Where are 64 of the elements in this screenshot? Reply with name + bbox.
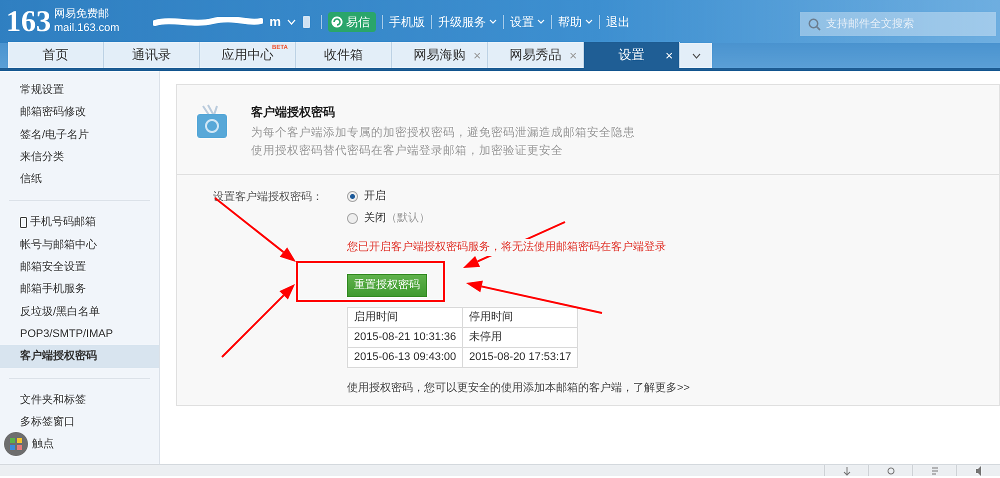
search-field[interactable]: 支持邮件全文搜索 bbox=[800, 12, 996, 36]
description-text: 使用授权密码替代密码在客户端登录邮箱，加密验证更安全 bbox=[251, 143, 564, 159]
gear-icon[interactable] bbox=[886, 465, 894, 476]
phone-icon bbox=[20, 217, 27, 228]
tab[interactable]: 收件箱 bbox=[296, 42, 392, 68]
column-header: 启用时间 bbox=[348, 307, 463, 327]
sidebar-item[interactable]: 签名/电子名片 bbox=[0, 124, 159, 146]
table-cell: 2015-08-21 10:31:36 bbox=[348, 327, 463, 347]
menu-link[interactable]: 升级服务 bbox=[438, 12, 497, 30]
sidebar-item[interactable]: 客户端授权密码 bbox=[0, 345, 159, 368]
option-label: 关闭 bbox=[364, 210, 386, 226]
option-label: 开启 bbox=[364, 188, 386, 204]
yixin-icon bbox=[330, 16, 343, 28]
caret-icon bbox=[692, 52, 700, 59]
sidebar-item[interactable]: 帐号与邮箱中心 bbox=[0, 234, 159, 256]
tab[interactable]: 网易海购 × bbox=[392, 42, 488, 68]
caret-icon bbox=[488, 19, 497, 24]
learn-more-link[interactable]: 了解更多>> bbox=[633, 382, 690, 394]
table-cell: 2015-06-13 09:43:00 bbox=[348, 347, 463, 367]
search-icon bbox=[808, 18, 821, 31]
table-cell: 未停用 bbox=[462, 327, 578, 347]
footer-text: 使用授权密码，您可以更安全的使用添加本邮箱的客户端， bbox=[347, 382, 633, 394]
download-icon[interactable] bbox=[842, 465, 850, 476]
caret-icon bbox=[584, 19, 593, 24]
sidebar-item[interactable]: 触点 bbox=[0, 433, 159, 456]
tab[interactable]: 首页 bbox=[8, 42, 104, 68]
radio-button[interactable] bbox=[347, 190, 358, 202]
sidebar-item[interactable]: POP3/SMTP/IMAP bbox=[0, 322, 159, 346]
sidebar-item[interactable]: 信纸 bbox=[0, 168, 159, 190]
radio-button[interactable] bbox=[347, 212, 358, 224]
phone-icon[interactable] bbox=[302, 14, 311, 28]
speaker-icon[interactable] bbox=[974, 465, 982, 476]
tab-menu-button[interactable] bbox=[680, 42, 712, 68]
tab[interactable]: 设置 × bbox=[584, 42, 680, 68]
close-icon[interactable]: × bbox=[665, 46, 673, 66]
tab[interactable]: 通讯录 bbox=[104, 42, 200, 68]
radio-option[interactable]: 关闭（默认） bbox=[347, 207, 690, 229]
description-text: 为每个客户端添加专属的加密授权密码，避免密码泄漏造成邮箱安全隐患 bbox=[251, 125, 635, 141]
caret-icon[interactable] bbox=[286, 18, 296, 24]
sidebar-item[interactable]: 手机号码邮箱 bbox=[0, 211, 159, 234]
sidebar-item[interactable]: 来信分类 bbox=[0, 146, 159, 168]
menu-link[interactable]: 设置 bbox=[510, 12, 545, 30]
sidebar-item[interactable]: 邮箱安全设置 bbox=[0, 256, 159, 278]
account-name: m bbox=[269, 12, 281, 31]
caret-icon bbox=[536, 19, 545, 24]
logo-number: 163 bbox=[6, 6, 51, 36]
sidebar-item[interactable]: 常规设置 bbox=[0, 79, 159, 102]
column-header: 停用时间 bbox=[462, 307, 578, 327]
menu-link[interactable]: 帮助 bbox=[558, 12, 593, 30]
table-cell: 2015-08-20 17:53:17 bbox=[462, 347, 578, 367]
radio-option[interactable]: 开启 bbox=[347, 185, 690, 207]
app-launcher-icon[interactable] bbox=[4, 432, 28, 456]
sidebar-item[interactable]: 邮箱密码修改 bbox=[0, 101, 159, 124]
list-icon[interactable] bbox=[930, 465, 938, 476]
logo-domain: mail.163.com bbox=[54, 22, 120, 35]
logo-name: 网易免费邮 bbox=[54, 8, 110, 22]
tab[interactable]: 网易秀品 × bbox=[488, 42, 584, 68]
panel-title: 客户端授权密码 bbox=[251, 104, 336, 121]
sidebar-item[interactable]: 反垃圾/黑白名单 bbox=[0, 300, 159, 323]
sidebar-item[interactable]: 邮箱手机服务 bbox=[0, 278, 159, 301]
option-note: （默认） bbox=[386, 210, 430, 226]
header-link[interactable]: 手机版 bbox=[388, 12, 425, 30]
sidebar-item[interactable]: 多标签窗口 bbox=[0, 410, 159, 434]
sidebar-item[interactable]: 文件夹和标签 bbox=[0, 388, 159, 411]
